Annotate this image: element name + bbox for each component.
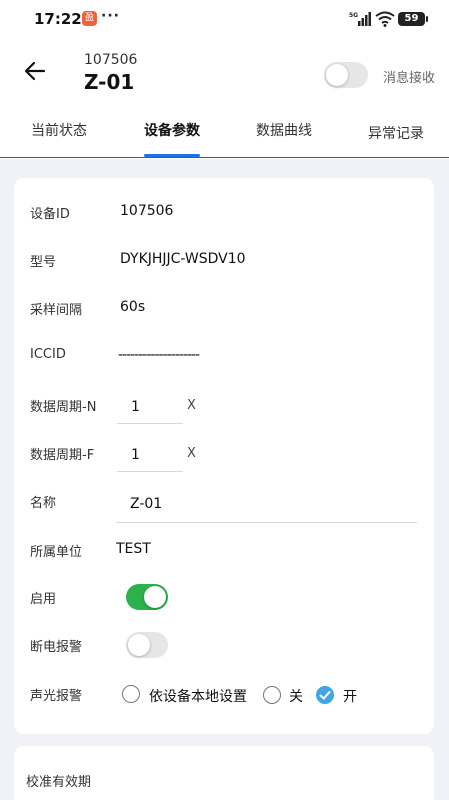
enable-switch[interactable] [126, 584, 168, 610]
tab-current-status[interactable]: 当前状态 [31, 120, 87, 140]
radio-off-label[interactable]: 关 [289, 686, 303, 706]
interval-label: 采样间隔 [30, 303, 83, 318]
device-title: Z-01 [84, 70, 135, 94]
cycle-n-label: 数据周期-N [30, 400, 97, 415]
model-value: DYKJHJJC-WSDV10 [120, 251, 246, 267]
unit-label: 所属单位 [30, 545, 83, 560]
iccid-value: -------------------- [118, 347, 200, 363]
toggle-knob [326, 64, 348, 86]
radio-off[interactable] [263, 686, 281, 704]
app-notification-icon: 盈 [82, 11, 97, 26]
battery-icon: 59 [398, 12, 428, 26]
message-receive-label: 消息接收 [383, 71, 436, 86]
device-id-label: 设备ID [30, 207, 70, 222]
active-tab-indicator [144, 154, 200, 157]
calibration-label: 校准有效期 [26, 775, 92, 790]
iccid-label: ICCID [30, 347, 66, 362]
status-bar: 17:22 盈 ··· 5G 59 [0, 0, 449, 36]
enable-label: 启用 [30, 592, 57, 607]
back-arrow-icon[interactable] [22, 58, 48, 84]
message-receive-toggle[interactable] [324, 62, 368, 88]
network-type: 5G [349, 12, 358, 19]
sound-alarm-label: 声光报警 [30, 689, 83, 704]
interval-value: 60s [120, 299, 146, 315]
unit-value: TEST [116, 541, 151, 557]
device-id-value: 107506 [120, 203, 174, 219]
switch-knob [144, 586, 166, 608]
name-label: 名称 [30, 496, 57, 511]
power-alarm-label: 断电报警 [30, 640, 83, 655]
tab-bar: 当前状态 设备参数 数据曲线 异常记录 [0, 110, 449, 158]
cycle-n-unit: X [187, 398, 196, 413]
radio-on-label[interactable]: 开 [343, 686, 357, 706]
signal-icon: 5G [349, 12, 371, 26]
more-notifications-icon: ··· [101, 8, 120, 24]
cycle-n-input[interactable]: 1 [117, 396, 183, 424]
model-label: 型号 [30, 255, 57, 270]
cycle-f-label: 数据周期-F [30, 448, 95, 463]
check-icon [319, 691, 331, 700]
tab-data-curve[interactable]: 数据曲线 [256, 120, 312, 140]
radio-local-setting[interactable] [122, 685, 140, 703]
power-alarm-switch[interactable] [126, 632, 168, 658]
tab-device-params[interactable]: 设备参数 [144, 120, 200, 140]
radio-on[interactable] [316, 686, 334, 704]
wifi-icon [375, 11, 395, 27]
radio-local-setting-label[interactable]: 依设备本地设置 [149, 686, 247, 706]
cycle-f-unit: X [187, 446, 196, 461]
name-input[interactable]: Z-01 [116, 492, 417, 523]
status-time: 17:22 [34, 10, 82, 28]
tab-exception-records[interactable]: 异常记录 [368, 123, 424, 143]
cycle-f-input[interactable]: 1 [117, 444, 183, 472]
switch-knob [128, 634, 150, 656]
device-number: 107506 [84, 52, 138, 68]
